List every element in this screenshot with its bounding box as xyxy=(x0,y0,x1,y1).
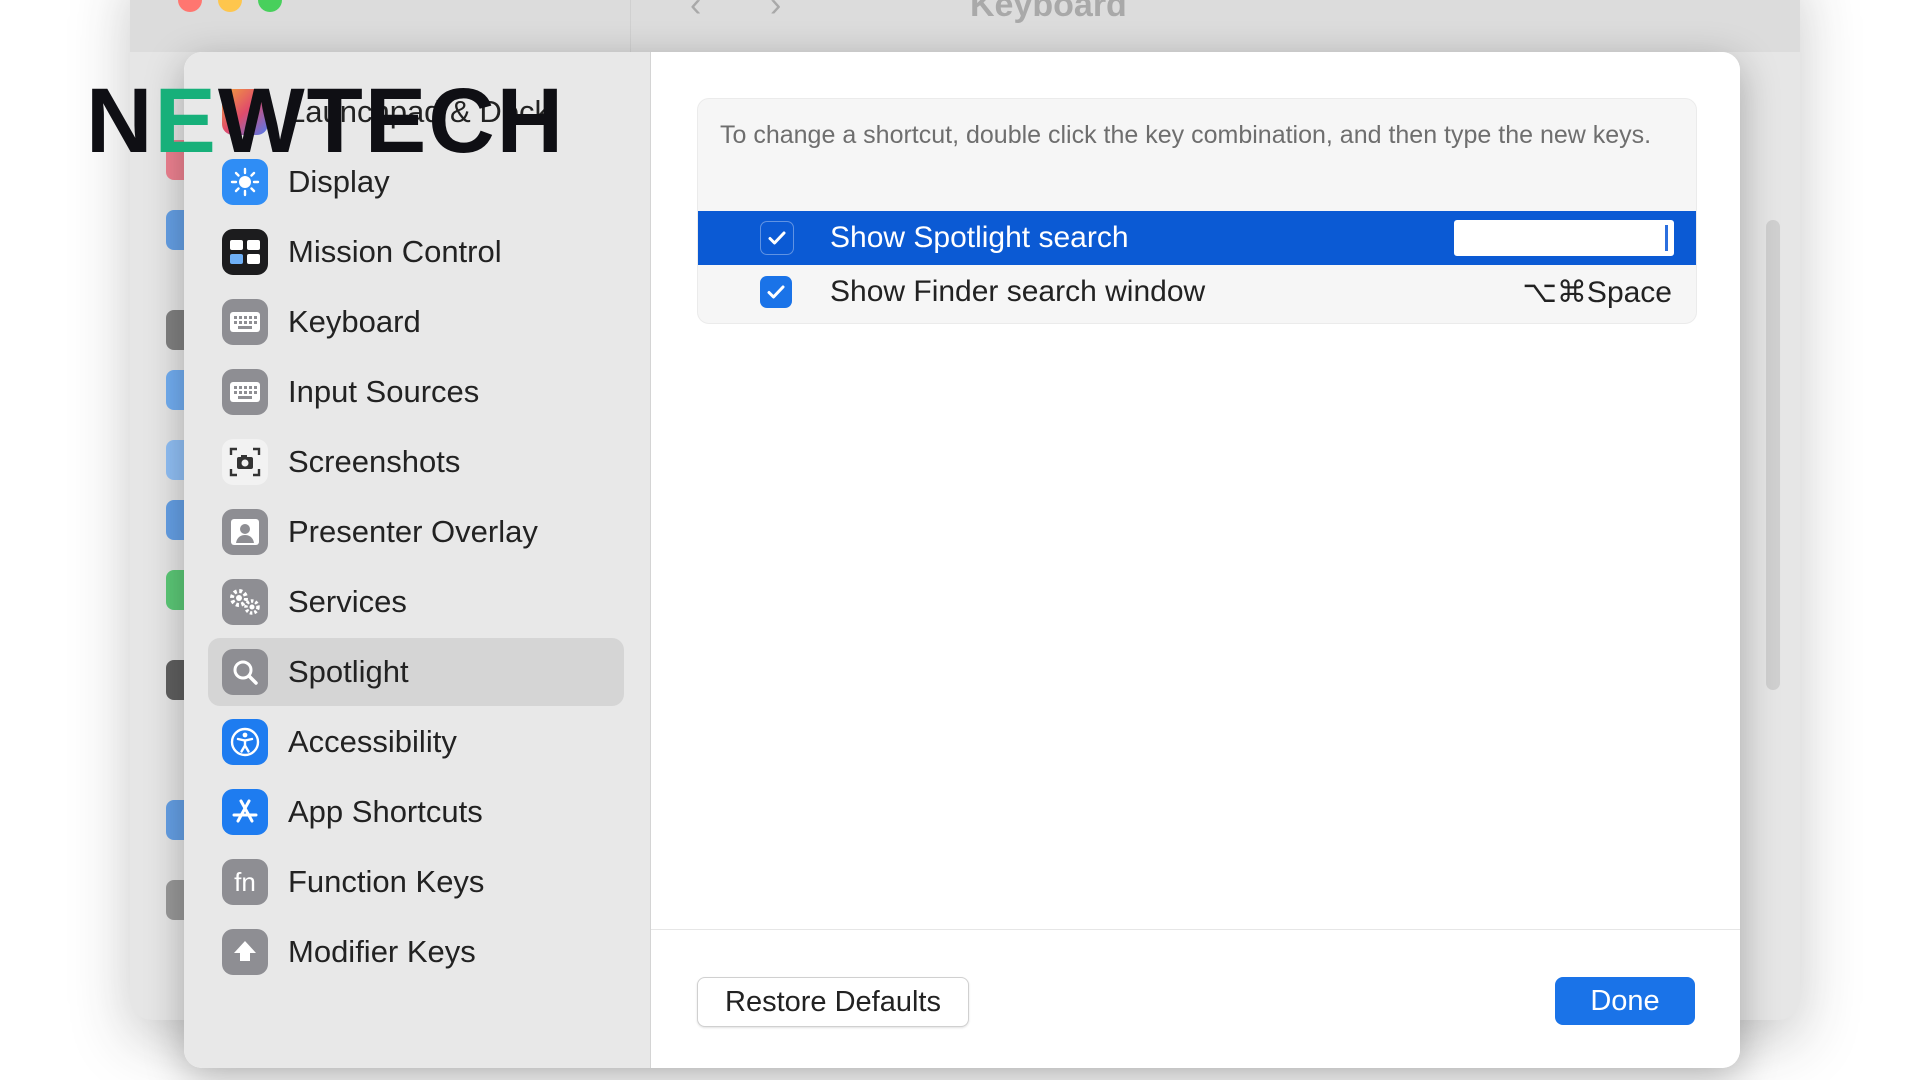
shortcut-key-field[interactable] xyxy=(1454,220,1674,256)
spotlight-icon xyxy=(222,649,268,695)
sidebar-item-label: Keyboard xyxy=(288,304,421,339)
sidebar-item-presenter-overlay[interactable]: Presenter Overlay xyxy=(208,498,624,566)
logo-letter-e: E xyxy=(154,70,218,172)
restore-defaults-button[interactable]: Restore Defaults xyxy=(697,977,969,1027)
sidebar-item-label: Function Keys xyxy=(288,864,485,899)
sidebar-item-label: Input Sources xyxy=(288,374,480,409)
shortcut-row-finder-search[interactable]: Show Finder search window ⌥⌘Space xyxy=(698,265,1696,319)
instruction-text: To change a shortcut, double click the k… xyxy=(720,121,1652,149)
footer-divider xyxy=(651,929,1740,930)
services-icon xyxy=(222,579,268,625)
checkmark-icon xyxy=(768,231,786,245)
sidebar-item-services[interactable]: Services xyxy=(208,568,624,636)
sidebar-item-label: Mission Control xyxy=(288,234,502,269)
app-shortcuts-icon xyxy=(222,789,268,835)
shortcut-list-panel: To change a shortcut, double click the k… xyxy=(697,98,1697,324)
sidebar-item-label: Presenter Overlay xyxy=(288,514,538,549)
sidebar-item-label: Modifier Keys xyxy=(288,934,476,969)
mission-control-icon xyxy=(222,229,268,275)
sidebar-item-accessibility[interactable]: Accessibility xyxy=(208,708,624,776)
done-button[interactable]: Done xyxy=(1555,977,1695,1025)
shortcut-row-spotlight-search[interactable]: Show Spotlight search xyxy=(698,211,1696,265)
sidebar-item-function-keys[interactable]: fn Function Keys xyxy=(208,848,624,916)
modifier-keys-icon xyxy=(222,929,268,975)
logo-letters: WTECH xyxy=(217,70,566,172)
sidebar-item-label: Spotlight xyxy=(288,654,409,689)
shortcut-row-label: Show Finder search window xyxy=(830,275,1206,308)
screenshots-icon xyxy=(222,439,268,485)
accessibility-icon xyxy=(222,719,268,765)
text-caret xyxy=(1665,225,1668,251)
shortcut-key-value[interactable]: ⌥⌘Space xyxy=(1522,275,1672,310)
sidebar-item-app-shortcuts[interactable]: App Shortcuts xyxy=(208,778,624,846)
shortcut-row-label: Show Spotlight search xyxy=(830,221,1129,254)
input-sources-icon xyxy=(222,369,268,415)
sidebar-item-label: Screenshots xyxy=(288,444,461,479)
sidebar-item-modifier-keys[interactable]: Modifier Keys xyxy=(208,918,624,986)
sidebar-item-label: Services xyxy=(288,584,407,619)
spotlight-search-checkbox[interactable] xyxy=(760,221,794,255)
sidebar-item-spotlight[interactable]: Spotlight xyxy=(208,638,624,706)
function-keys-icon: fn xyxy=(222,859,268,905)
sidebar-item-label: Accessibility xyxy=(288,724,457,759)
finder-search-checkbox[interactable] xyxy=(760,276,792,308)
newtech-watermark-logo: NEWTECH xyxy=(86,66,565,176)
sidebar-item-screenshots[interactable]: Screenshots xyxy=(208,428,624,496)
shortcuts-content: To change a shortcut, double click the k… xyxy=(651,52,1740,1068)
keyboard-shortcuts-sheet: Launchpad & Dock Display Mission Control… xyxy=(184,52,1740,1068)
keyboard-icon xyxy=(222,299,268,345)
checkmark-icon xyxy=(767,285,785,299)
sidebar-item-mission-control[interactable]: Mission Control xyxy=(208,218,624,286)
sidebar-item-label: App Shortcuts xyxy=(288,794,483,829)
logo-letter: N xyxy=(86,70,155,172)
shortcuts-sidebar: Launchpad & Dock Display Mission Control… xyxy=(184,52,651,1068)
sidebar-item-keyboard[interactable]: Keyboard xyxy=(208,288,624,356)
presenter-overlay-icon xyxy=(222,509,268,555)
sidebar-item-input-sources[interactable]: Input Sources xyxy=(208,358,624,426)
